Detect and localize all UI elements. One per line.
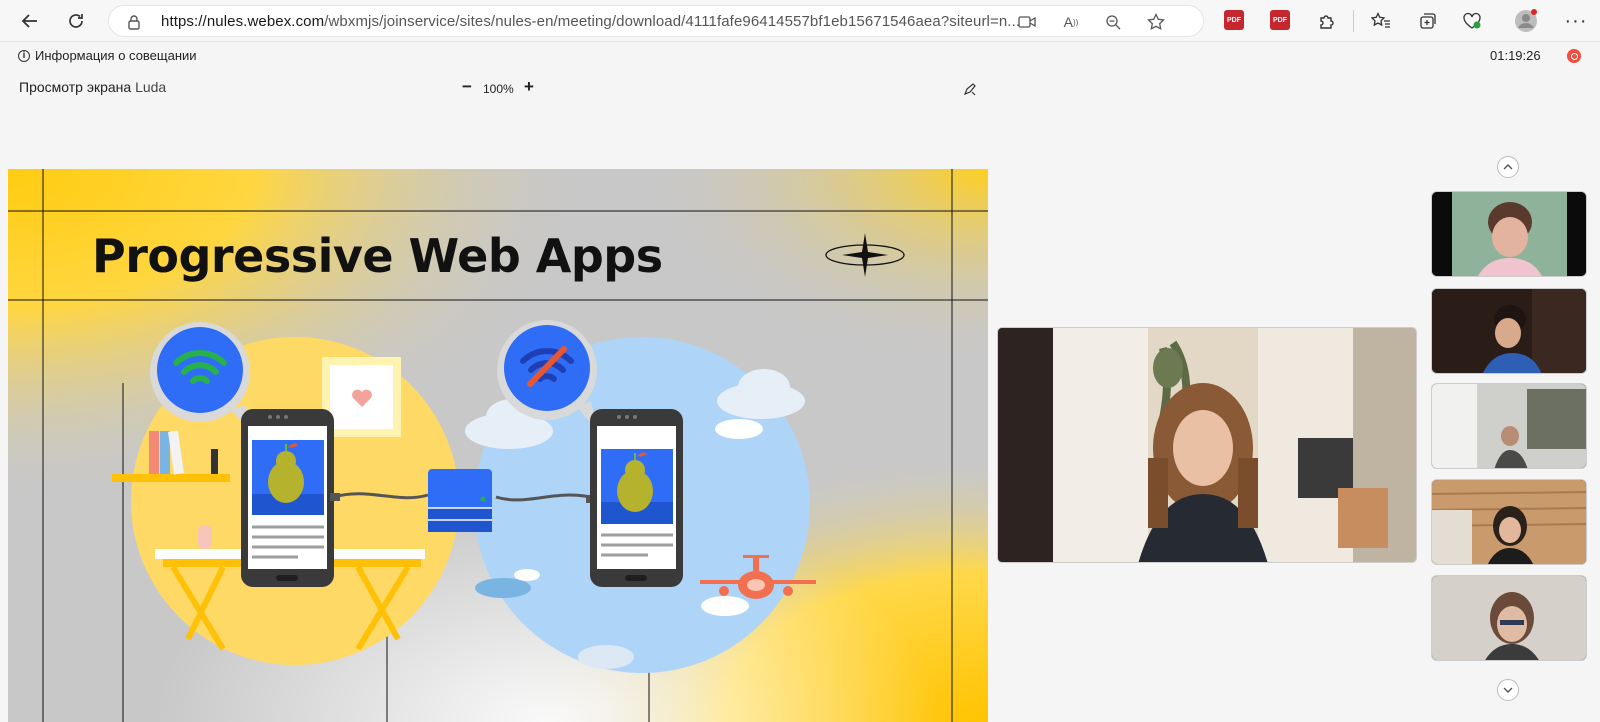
- phone-online-icon: [241, 409, 334, 587]
- zoom-level: 100%: [483, 82, 514, 96]
- back-arrow-icon[interactable]: [16, 7, 44, 35]
- pdf-extension-icon[interactable]: PDF: [1224, 10, 1244, 30]
- recording-indicator-icon[interactable]: [1567, 49, 1581, 63]
- collections-icon[interactable]: [1413, 7, 1441, 35]
- browser-toolbar: https://nules.webex.com/wbxmjs/joinservi…: [0, 0, 1600, 42]
- shared-screen[interactable]: Progressive Web Apps: [8, 169, 988, 722]
- pdf-extension-2-icon[interactable]: PDF: [1270, 10, 1290, 30]
- zoom-in-button[interactable]: +: [520, 77, 538, 97]
- participant-1-frame: [1432, 192, 1586, 276]
- meeting-info-link[interactable]: i Информация о совещании: [18, 48, 197, 63]
- profile-avatar-icon[interactable]: [1512, 7, 1540, 35]
- toolbar-separator: [1353, 10, 1354, 32]
- info-icon: i: [18, 49, 30, 62]
- chevron-down-icon: [1503, 687, 1513, 693]
- zoom-out-button[interactable]: −: [458, 77, 476, 97]
- chevron-up-icon: [1503, 164, 1513, 170]
- annotate-pen-icon[interactable]: [963, 82, 977, 96]
- participant-3-frame: [1432, 384, 1586, 468]
- participant-4-frame: [1432, 480, 1586, 564]
- scroll-up-button[interactable]: [1497, 156, 1519, 178]
- slide-title: Progressive Web Apps: [92, 229, 663, 283]
- screen-view-label: Просмотр экрана Luda: [19, 79, 166, 95]
- lock-icon[interactable]: [127, 14, 141, 35]
- participant-video-2[interactable]: [1431, 288, 1587, 374]
- presenter-name: Luda: [135, 79, 167, 95]
- zoom-out-icon[interactable]: [1103, 12, 1123, 32]
- favorites-list-icon[interactable]: [1367, 7, 1395, 35]
- speaker-video-frame: [998, 328, 1416, 562]
- participant-2-frame: [1432, 289, 1586, 373]
- phone-offline-icon: [590, 409, 683, 587]
- participant-5-frame: [1432, 576, 1586, 660]
- more-menu-icon[interactable]: ···: [1562, 7, 1590, 35]
- meeting-timer: 01:19:26: [1490, 48, 1541, 63]
- active-speaker-video[interactable]: [997, 327, 1417, 563]
- read-aloud-icon[interactable]: A)): [1061, 12, 1081, 32]
- browser-essentials-icon[interactable]: [1458, 7, 1486, 35]
- participant-video-4[interactable]: [1431, 479, 1587, 565]
- participant-video-5[interactable]: [1431, 575, 1587, 661]
- participant-video-1[interactable]: [1431, 191, 1587, 277]
- favorite-star-icon[interactable]: [1146, 12, 1166, 32]
- participant-video-3[interactable]: [1431, 383, 1587, 469]
- slide-canvas: Progressive Web Apps: [8, 169, 988, 722]
- meeting-info-label: Информация о совещании: [35, 48, 197, 63]
- video-camera-icon[interactable]: [1017, 12, 1037, 32]
- url-text[interactable]: https://nules.webex.com/wbxmjs/joinservi…: [161, 13, 1021, 30]
- address-bar[interactable]: https://nules.webex.com/wbxmjs/joinservi…: [108, 5, 1204, 37]
- screen-view-text: Просмотр экрана: [19, 79, 136, 95]
- extensions-puzzle-icon[interactable]: [1313, 7, 1341, 35]
- scroll-down-button[interactable]: [1497, 679, 1519, 701]
- refresh-icon[interactable]: [62, 7, 90, 35]
